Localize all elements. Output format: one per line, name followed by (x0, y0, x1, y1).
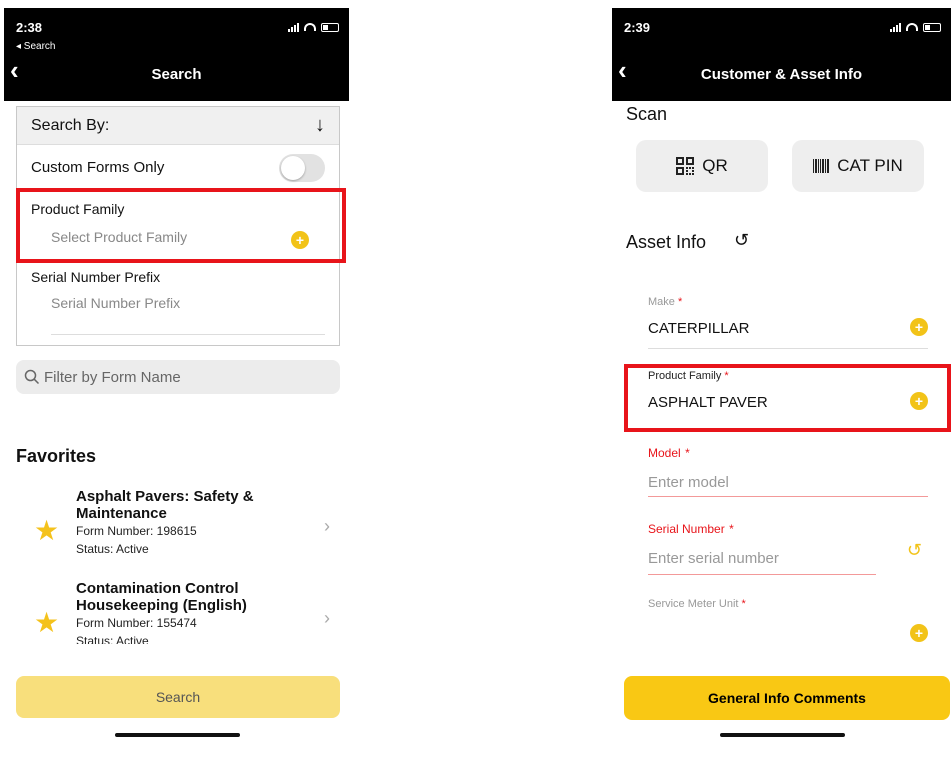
page-title: Customer & Asset Info (700, 66, 863, 83)
qr-code-icon (676, 157, 695, 175)
form-status: Status: Active (76, 542, 149, 556)
highlight-box (16, 188, 346, 263)
arrow-down-icon[interactable]: ↓ (315, 114, 325, 137)
error-underline (648, 496, 928, 497)
back-to-search-link[interactable]: ◂ Search (16, 41, 55, 52)
search-button[interactable]: Search (16, 676, 340, 718)
cat-pin-scan-button[interactable]: CAT PIN (792, 140, 924, 192)
chevron-right-icon[interactable]: › (324, 608, 330, 629)
highlight-box (624, 364, 951, 432)
model-input[interactable]: Enter model (648, 474, 928, 491)
serial-prefix-input[interactable]: Serial Number Prefix (31, 295, 325, 311)
status-icons (890, 22, 941, 32)
wifi-icon (304, 23, 316, 31)
required-mark: * (677, 296, 683, 308)
serial-prefix-label: Serial Number Prefix (31, 269, 161, 285)
search-screen: 2:38 ◂ Search ‹ Search Search By: ↓ Cust… (4, 8, 349, 753)
form-name: Asphalt Pavers: Safety & Maintenance (76, 488, 254, 522)
model-label: Model (648, 446, 681, 460)
page-title: Search (151, 66, 202, 83)
barcode-icon (813, 159, 830, 173)
error-underline (648, 574, 876, 575)
list-item[interactable]: ★ Contamination Control Housekeeping (En… (16, 580, 340, 644)
form-number: Form Number: 155474 (76, 616, 197, 630)
history-icon[interactable]: ↺ (734, 230, 749, 251)
general-info-comments-button[interactable]: General Info Comments (624, 676, 950, 720)
divider (648, 348, 928, 349)
status-icons (288, 22, 339, 32)
serial-number-label: Serial Number (648, 522, 725, 536)
divider (51, 334, 325, 335)
custom-forms-label: Custom Forms Only (31, 159, 165, 176)
home-indicator[interactable] (114, 733, 240, 737)
form-number: Form Number: 198615 (76, 524, 197, 538)
asset-info-screen: 2:39 ‹ Customer & Asset Info Scan QR CAT… (612, 8, 951, 753)
qr-scan-button[interactable]: QR (636, 140, 768, 192)
list-item[interactable]: ★ Asphalt Pavers: Safety & Maintenance F… (16, 488, 340, 568)
search-icon (24, 369, 40, 385)
serial-number-field[interactable]: Serial Number * Enter serial number ↺ (648, 520, 928, 575)
favorites-title: Favorites (16, 446, 97, 466)
required-mark: * (729, 522, 734, 536)
status-time: 2:39 (624, 20, 651, 35)
serial-prefix-field[interactable]: Serial Number Prefix Serial Number Prefi… (17, 261, 339, 341)
header: 2:38 ◂ Search ‹ Search (4, 8, 349, 101)
custom-forms-row: Custom Forms Only (17, 145, 339, 191)
service-meter-label: Service Meter Unit (648, 598, 739, 610)
required-mark: * (685, 446, 690, 460)
star-icon[interactable]: ★ (34, 606, 59, 639)
header: 2:39 ‹ Customer & Asset Info (612, 8, 951, 101)
signal-icon (288, 22, 299, 32)
history-icon[interactable]: ↺ (907, 540, 922, 561)
battery-icon (923, 22, 941, 32)
make-field[interactable]: Make * CATERPILLAR + (648, 296, 928, 349)
form-name: Contamination Control Housekeeping (Engl… (76, 580, 247, 614)
make-value: CATERPILLAR (648, 320, 750, 337)
home-indicator[interactable] (719, 733, 845, 737)
qr-label: QR (702, 156, 728, 175)
custom-forms-toggle[interactable] (279, 153, 325, 182)
list-item-text: Contamination Control Housekeeping (Engl… (76, 580, 296, 644)
battery-icon (321, 22, 339, 32)
list-item-text: Asphalt Pavers: Safety & Maintenance For… (76, 488, 296, 558)
cat-pin-label: CAT PIN (837, 156, 903, 175)
filter-placeholder: Filter by Form Name (44, 368, 181, 386)
status-time: 2:38 (16, 20, 43, 35)
service-meter-field[interactable]: Service Meter Unit * + (648, 598, 928, 642)
wifi-icon (906, 23, 918, 31)
star-icon[interactable]: ★ (34, 514, 59, 547)
add-service-meter-icon[interactable]: + (910, 624, 928, 642)
chevron-right-icon[interactable]: › (324, 516, 330, 537)
add-make-icon[interactable]: + (910, 318, 928, 336)
signal-icon (890, 22, 901, 32)
search-by-row[interactable]: Search By: ↓ (17, 107, 339, 145)
model-field[interactable]: Model * Enter model (648, 444, 928, 497)
asset-info-title: Asset Info (626, 232, 707, 252)
required-mark: * (741, 598, 746, 610)
make-label: Make (648, 296, 675, 308)
scan-title: Scan (626, 104, 668, 124)
search-by-label: Search By: (31, 116, 110, 134)
filter-input[interactable]: Filter by Form Name (16, 360, 340, 394)
form-status: Status: Active (76, 634, 149, 644)
serial-number-input[interactable]: Enter serial number (648, 550, 928, 567)
